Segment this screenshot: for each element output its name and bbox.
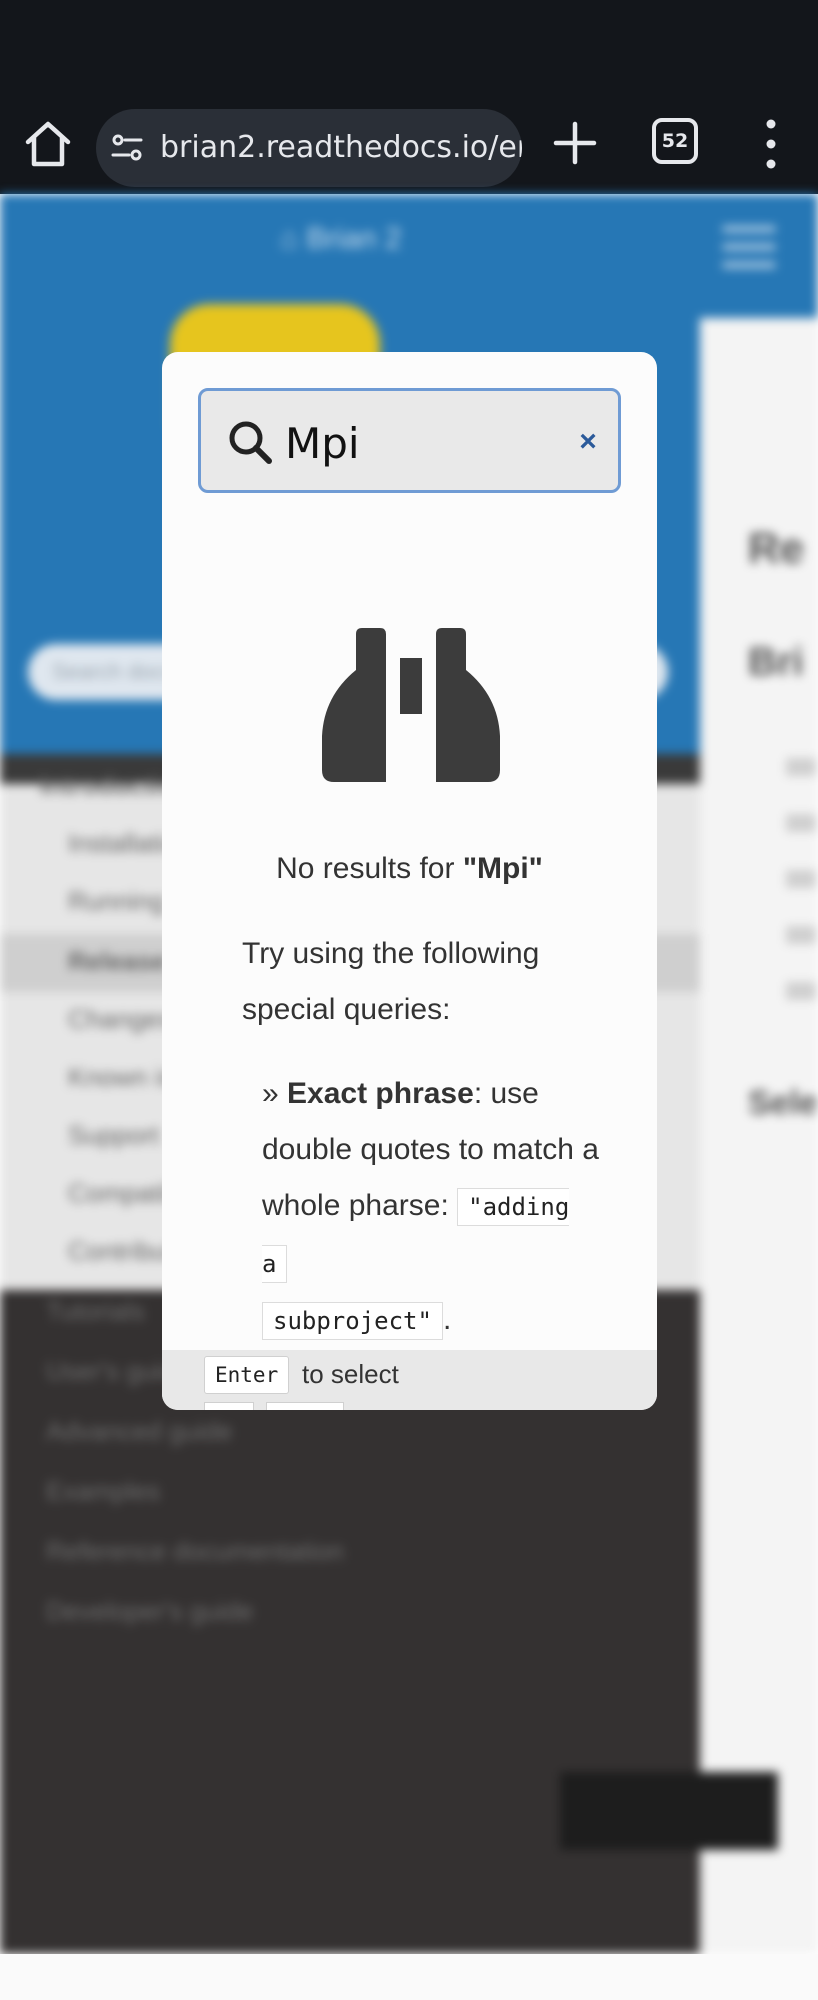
version-badge [560, 1772, 778, 1850]
url-text[interactable]: brian2.readthedocs.io/en/ [160, 109, 522, 187]
home-icon[interactable] [22, 118, 74, 170]
content-line [786, 814, 816, 832]
content-heading: Bri [748, 640, 804, 684]
enter-key: Enter [204, 1356, 290, 1394]
search-icon [229, 421, 272, 464]
sidebar-item: Reference documentation [46, 1536, 344, 1566]
sidebar-item: Tutorials [46, 1296, 145, 1326]
bottom-bar [0, 1954, 818, 2000]
no-results-query: "Mpi" [462, 852, 543, 885]
nav-key [204, 1402, 254, 1410]
exact-phrase-tip: » Exact phrase: use double quotes to mat… [262, 1066, 602, 1349]
hamburger-icon [722, 226, 776, 270]
no-results-message: No results for "Mpi" [162, 852, 657, 886]
sidebar-item: Advanced guide [46, 1416, 233, 1446]
search-input[interactable] [285, 417, 545, 469]
site-settings-icon[interactable] [110, 131, 144, 165]
sidebar-item: Support [68, 1120, 160, 1150]
exact-phrase-title: Exact phrase [287, 1077, 474, 1110]
exact-phrase-code-cont: subproject" [262, 1302, 443, 1340]
nav-key [266, 1402, 344, 1410]
search-modal: × No results for "Mpi" Try using the fol… [162, 352, 657, 1410]
status-bar [0, 0, 818, 100]
browser-toolbar: brian2.readthedocs.io/en/ 52 [0, 100, 818, 194]
more-menu-icon[interactable] [756, 116, 786, 172]
search-footer: Enter to select [162, 1350, 657, 1410]
exact-marker: » [262, 1077, 288, 1110]
content-line [786, 926, 816, 944]
special-queries-hint: Try using the following special queries: [242, 937, 540, 1026]
content-heading: Sele [748, 1084, 818, 1122]
new-tab-icon[interactable] [548, 116, 602, 170]
binoculars-icon [322, 628, 500, 782]
exact-phrase-end: . [442, 1303, 452, 1336]
sidebar-item: Examples [46, 1476, 161, 1506]
search-box[interactable]: × [198, 388, 621, 493]
tab-switcher-button[interactable]: 52 [652, 118, 698, 164]
enter-key-hint: to select [302, 1359, 399, 1389]
content-line [786, 758, 816, 776]
sidebar-item: Running [68, 886, 165, 916]
content-heading: Re [748, 524, 805, 573]
site-title: ⌂ Brian 2 [280, 222, 402, 255]
address-bar[interactable]: brian2.readthedocs.io/en/ [96, 109, 522, 187]
sidebar-item: Developer's guide [46, 1596, 254, 1626]
content-line [786, 982, 816, 1000]
clear-search-button[interactable]: × [573, 425, 603, 459]
content-line [786, 870, 816, 888]
no-results-prefix: No results for [276, 852, 463, 885]
sidebar-item: Changes [68, 1004, 173, 1034]
